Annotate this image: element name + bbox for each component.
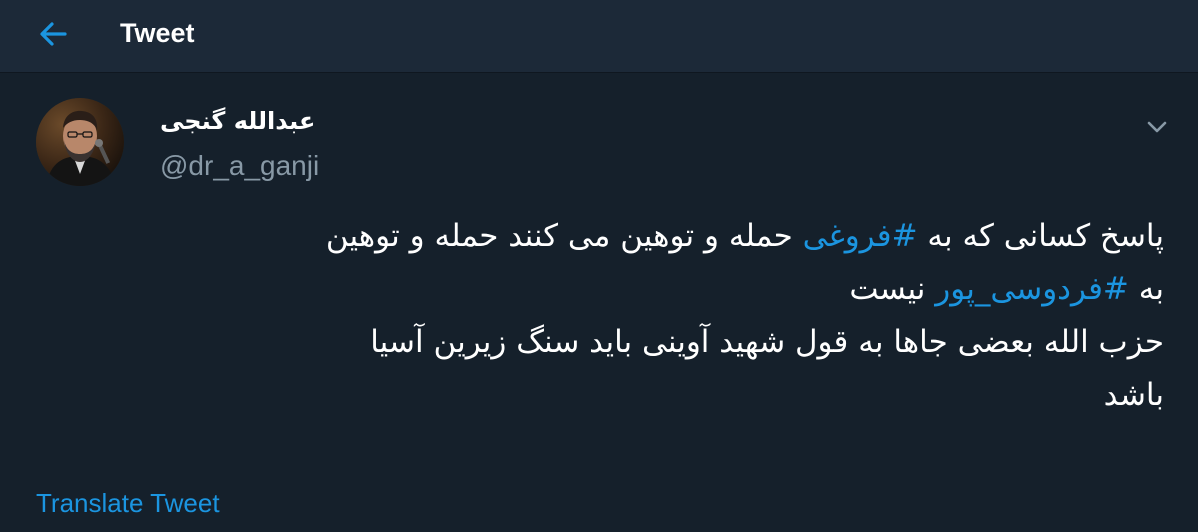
author-photo	[36, 98, 124, 186]
tweet-line: پاسخ کسانی که به #فروغی حمله و توهین می …	[36, 210, 1164, 263]
tweet-text-segment: نیست	[849, 271, 936, 307]
hashtag-link[interactable]: #فروغی	[803, 218, 918, 254]
avatar[interactable]	[36, 98, 124, 186]
tweet-line: باشد	[1103, 377, 1164, 413]
tweet-text-segment: حمله و توهین می کنند حمله و توهین	[325, 218, 803, 254]
tweet-text-segment: به	[1128, 271, 1164, 307]
page-title: Tweet	[120, 18, 195, 48]
tweet-screen: Tweet عبدالله گنجی @dr_a_ganji پاسخ کسان…	[0, 0, 1198, 532]
back-button[interactable]	[30, 14, 76, 54]
tweet-text: پاسخ کسانی که به #فروغی حمله و توهین می …	[36, 210, 1164, 422]
hashtag-link[interactable]: #فردوسی_پور	[935, 271, 1129, 307]
top-bar: Tweet	[0, 0, 1198, 73]
tweet-line: حزب الله بعضی جاها به قول شهید آوینی بای…	[370, 324, 1164, 360]
arrow-left-icon	[40, 22, 67, 46]
tweet-line: به #فردوسی_پور نیست	[36, 263, 1164, 316]
chevron-down-icon	[1147, 121, 1167, 133]
translate-tweet-link[interactable]: Translate Tweet	[36, 486, 220, 520]
author-name[interactable]: عبدالله گنجی	[160, 104, 324, 138]
author-handle[interactable]: @dr_a_ganji	[160, 148, 319, 184]
tweet-menu-button[interactable]	[1140, 112, 1174, 142]
tweet-text-segment: پاسخ کسانی که به	[917, 218, 1164, 254]
